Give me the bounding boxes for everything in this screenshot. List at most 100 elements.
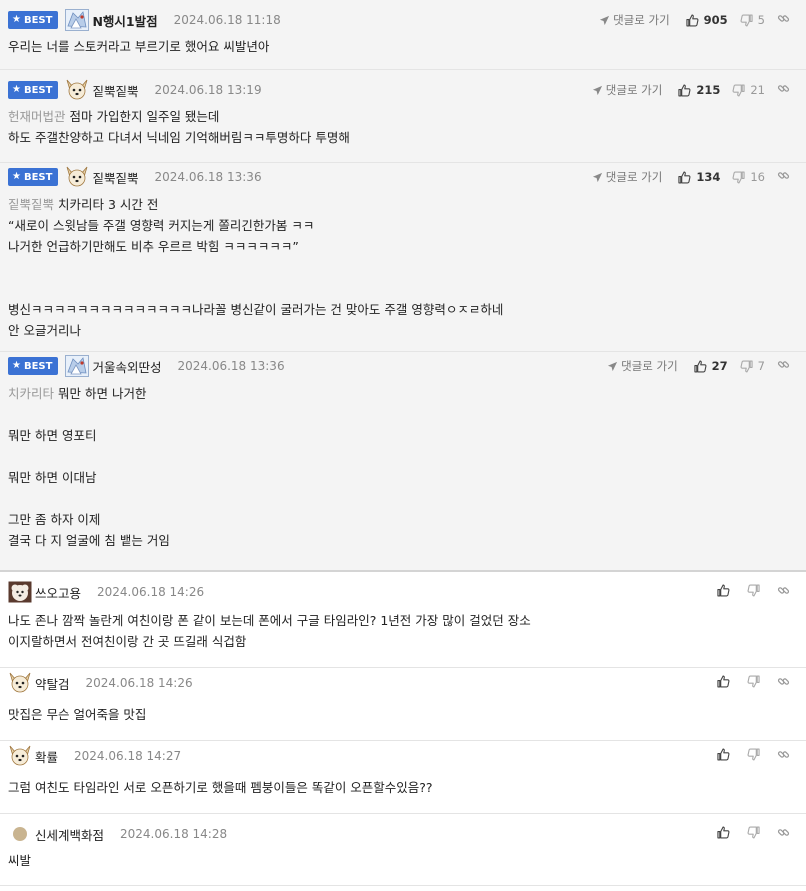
comment-header: 약탈검 2024.06.18 14:26 bbox=[8, 672, 798, 694]
mention-link[interactable]: 헌재머법관 bbox=[8, 109, 66, 124]
like-button[interactable] bbox=[717, 748, 730, 764]
comment-date: 2024.06.18 14:28 bbox=[120, 827, 228, 841]
goto-reply-button[interactable]: 댓글로 가기 bbox=[599, 12, 670, 28]
comment-line bbox=[8, 404, 798, 425]
dislike-button[interactable] bbox=[747, 748, 760, 764]
comment-date: 2024.06.18 13:36 bbox=[154, 170, 262, 184]
like-button[interactable]: 215 bbox=[678, 83, 720, 97]
copy-link-button[interactable] bbox=[777, 82, 790, 98]
mention-link[interactable]: 짙뿍짙뿍 bbox=[8, 197, 54, 212]
comment-text: 우리는 너를 스토커라고 부르기로 했어요 씨발년아 bbox=[8, 39, 270, 54]
comment-body: 씨발 bbox=[8, 850, 798, 871]
dislike-button[interactable]: 5 bbox=[740, 13, 765, 27]
thumbs-down-icon bbox=[747, 748, 760, 761]
dislike-button[interactable]: 16 bbox=[732, 170, 765, 184]
goto-reply-label: 댓글로 가기 bbox=[605, 83, 663, 97]
comment-text: 점마 가입한지 일주일 됐는데 bbox=[69, 109, 220, 124]
link-icon bbox=[777, 169, 790, 182]
comment-list: ★ BEST N행시1발점 2024.06.18 11:18 댓글로 가기 905 5 우리는… bbox=[0, 0, 806, 886]
comment-date: 2024.06.18 13:19 bbox=[154, 83, 262, 97]
comment-text: 하도 주갤찬양하고 다녀서 닉네임 기억해버림ㅋㅋ투명하다 투명해 bbox=[8, 130, 350, 145]
ice-avatar-icon[interactable] bbox=[65, 355, 90, 377]
send-icon bbox=[607, 361, 618, 372]
nickname[interactable]: 거울속외딴성 bbox=[92, 357, 161, 376]
copy-link-button[interactable] bbox=[777, 584, 790, 600]
comment-date: 2024.06.18 11:18 bbox=[173, 13, 281, 27]
goto-reply-label: 댓글로 가기 bbox=[613, 13, 670, 27]
dog-avatar-icon[interactable] bbox=[8, 672, 32, 694]
thumbs-down-icon bbox=[732, 171, 745, 184]
comment-text: 치카리타 3 시간 전 bbox=[58, 197, 159, 212]
like-button[interactable] bbox=[717, 826, 730, 842]
send-icon bbox=[592, 172, 603, 183]
link-icon bbox=[777, 826, 790, 839]
thumbs-down-icon bbox=[747, 675, 760, 688]
dislike-count: 16 bbox=[750, 170, 765, 184]
nickname[interactable]: 확률 bbox=[35, 747, 58, 766]
like-count: 905 bbox=[703, 13, 728, 27]
like-button[interactable]: 27 bbox=[694, 359, 728, 373]
comment-text: 그만 좀 하자 이제 bbox=[8, 512, 101, 527]
like-button[interactable] bbox=[717, 675, 730, 691]
copy-link-button[interactable] bbox=[777, 675, 790, 691]
comment-actions bbox=[717, 823, 790, 845]
comment-date: 2024.06.18 14:26 bbox=[97, 585, 205, 599]
fluffy-dog-avatar-icon[interactable] bbox=[8, 581, 32, 603]
mention-link[interactable]: 치카리타 bbox=[8, 386, 54, 401]
comment-actions: 댓글로 가기 215 21 bbox=[592, 79, 790, 101]
nickname[interactable]: 짙뿍짙뿍 bbox=[92, 81, 138, 100]
goto-reply-label: 댓글로 가기 bbox=[621, 359, 678, 373]
comment-item: 약탈검 2024.06.18 14:26 맛집은 무슨 얼어죽을 맛집 bbox=[0, 668, 806, 741]
dot-avatar-icon[interactable] bbox=[8, 823, 32, 845]
copy-link-button[interactable] bbox=[777, 12, 790, 28]
like-button[interactable]: 905 bbox=[686, 13, 728, 27]
goto-reply-button[interactable]: 댓글로 가기 bbox=[592, 82, 663, 98]
comment-actions: 댓글로 가기 905 5 bbox=[599, 9, 790, 31]
copy-link-button[interactable] bbox=[777, 826, 790, 842]
thumbs-up-icon bbox=[678, 84, 691, 97]
comment-body: 짙뿍짙뿍 치카리타 3 시간 전 “새로이 스윗남들 주갤 영향력 커지는게 쫄리긴… bbox=[8, 194, 798, 341]
dog-avatar-icon[interactable] bbox=[65, 79, 89, 101]
send-icon bbox=[599, 15, 610, 26]
dog-avatar-icon[interactable] bbox=[8, 745, 32, 767]
comment-item: ★ BEST N행시1발점 2024.06.18 11:18 댓글로 가기 905 5 우리는… bbox=[0, 0, 806, 70]
goto-reply-button[interactable]: 댓글로 가기 bbox=[592, 169, 662, 185]
nickname[interactable]: N행시1발점 bbox=[92, 11, 157, 30]
dislike-button[interactable] bbox=[747, 675, 760, 691]
thumbs-up-icon bbox=[717, 748, 730, 761]
dog-avatar-icon[interactable] bbox=[65, 166, 89, 188]
comment-text: 안 오글거리나 bbox=[8, 323, 81, 338]
nickname[interactable]: 신세계백화점 bbox=[35, 825, 104, 844]
best-badge-label: BEST bbox=[23, 84, 53, 96]
ice-avatar-icon[interactable] bbox=[65, 9, 90, 31]
comment-line: 하도 주갤찬양하고 다녀서 닉네임 기억해버림ㅋㅋ투명하다 투명해 bbox=[8, 127, 798, 148]
comment-line: 치카리타 뭐만 하면 나거한 bbox=[8, 383, 798, 404]
best-badge: ★ BEST bbox=[8, 81, 59, 99]
comment-text: 병신ㅋㅋㅋㅋㅋㅋㅋㅋㅋㅋㅋㅋㅋㅋ나라꼴 병신같이 굴러가는 건 맞아도 주갤 영… bbox=[8, 302, 504, 317]
nickname[interactable]: 쓰오고용 bbox=[35, 583, 81, 602]
comment-text: 이지랄하면서 전여친이랑 간 곳 뜨길래 식겁함 bbox=[8, 634, 247, 649]
dislike-button[interactable] bbox=[747, 826, 760, 842]
comment-body: 우리는 너를 스토커라고 부르기로 했어요 씨발년아 bbox=[8, 36, 798, 57]
nickname[interactable]: 약탈검 bbox=[35, 674, 70, 693]
comment-actions: 댓글로 가기 134 16 bbox=[592, 166, 790, 188]
like-button[interactable] bbox=[717, 584, 730, 600]
comment-text: 뭐만 하면 이대남 bbox=[8, 470, 97, 485]
goto-reply-button[interactable]: 댓글로 가기 bbox=[607, 358, 678, 374]
comment-line bbox=[8, 278, 798, 299]
best-badge: ★ BEST bbox=[8, 357, 59, 375]
copy-link-button[interactable] bbox=[777, 169, 790, 185]
dislike-button[interactable]: 21 bbox=[732, 83, 765, 97]
link-icon bbox=[777, 358, 790, 371]
nickname[interactable]: 짙뿍짙뿍 bbox=[92, 168, 138, 187]
comment-line: 안 오글거리나 bbox=[8, 320, 798, 341]
dislike-button[interactable] bbox=[747, 584, 760, 600]
link-icon bbox=[777, 748, 790, 761]
copy-link-button[interactable] bbox=[777, 748, 790, 764]
comment-item: 쓰오고용 2024.06.18 14:26 나도 존나 깜짝 놀란게 여친이랑 폰 … bbox=[0, 572, 806, 668]
dislike-button[interactable]: 7 bbox=[740, 359, 765, 373]
like-button[interactable]: 134 bbox=[678, 170, 720, 184]
best-badge-label: BEST bbox=[23, 360, 53, 372]
comment-header: 쓰오고용 2024.06.18 14:26 bbox=[8, 581, 798, 603]
copy-link-button[interactable] bbox=[777, 358, 790, 374]
